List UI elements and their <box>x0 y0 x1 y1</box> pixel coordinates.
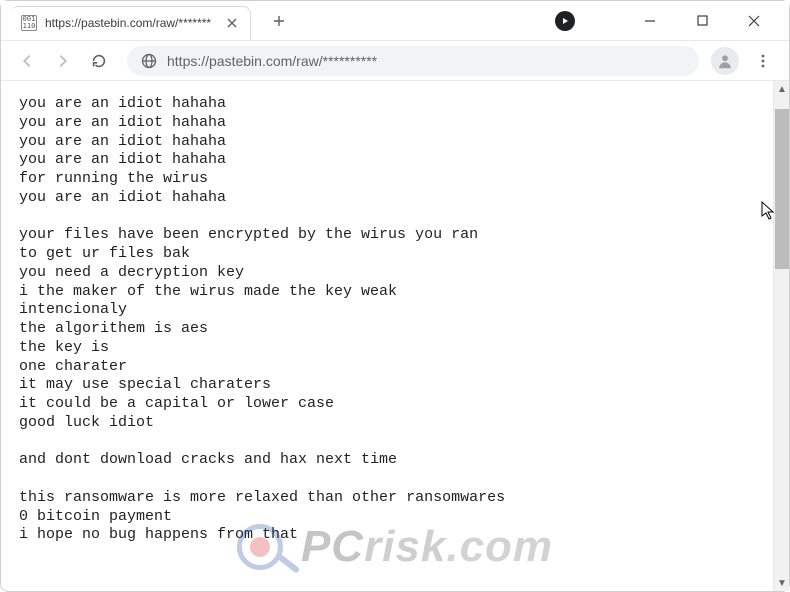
media-indicator-icon[interactable] <box>555 11 575 31</box>
back-button[interactable] <box>11 45 43 77</box>
close-window-button[interactable] <box>739 6 769 36</box>
profile-button[interactable] <box>711 47 739 75</box>
browser-tab[interactable]: 001 110 https://pastebin.com/raw/******* <box>11 6 251 40</box>
browser-window: 001 110 https://pastebin.com/raw/******* <box>0 0 790 592</box>
tab-title: https://pastebin.com/raw/******* <box>45 16 218 30</box>
tab-close-button[interactable] <box>224 15 240 31</box>
content-wrapper: you are an idiot hahaha you are an idiot… <box>1 81 789 591</box>
toolbar: https://pastebin.com/raw/********** <box>1 41 789 81</box>
reload-button[interactable] <box>83 45 115 77</box>
site-info-icon[interactable] <box>141 53 157 69</box>
window-controls <box>635 6 783 36</box>
titlebar: 001 110 https://pastebin.com/raw/******* <box>1 1 789 41</box>
new-tab-button[interactable] <box>265 7 293 35</box>
favicon-binary-icon: 001 110 <box>21 15 37 31</box>
scroll-down-button[interactable]: ▼ <box>774 575 789 591</box>
page-content[interactable]: you are an idiot hahaha you are an idiot… <box>1 81 773 591</box>
scroll-thumb[interactable] <box>775 109 789 269</box>
address-bar[interactable]: https://pastebin.com/raw/********** <box>127 46 699 76</box>
vertical-scrollbar[interactable]: ▲ ▼ <box>773 81 789 591</box>
forward-button[interactable] <box>47 45 79 77</box>
maximize-button[interactable] <box>687 6 717 36</box>
scroll-up-button[interactable]: ▲ <box>774 81 789 97</box>
menu-button[interactable] <box>747 45 779 77</box>
url-text: https://pastebin.com/raw/********** <box>167 53 685 69</box>
minimize-button[interactable] <box>635 6 665 36</box>
